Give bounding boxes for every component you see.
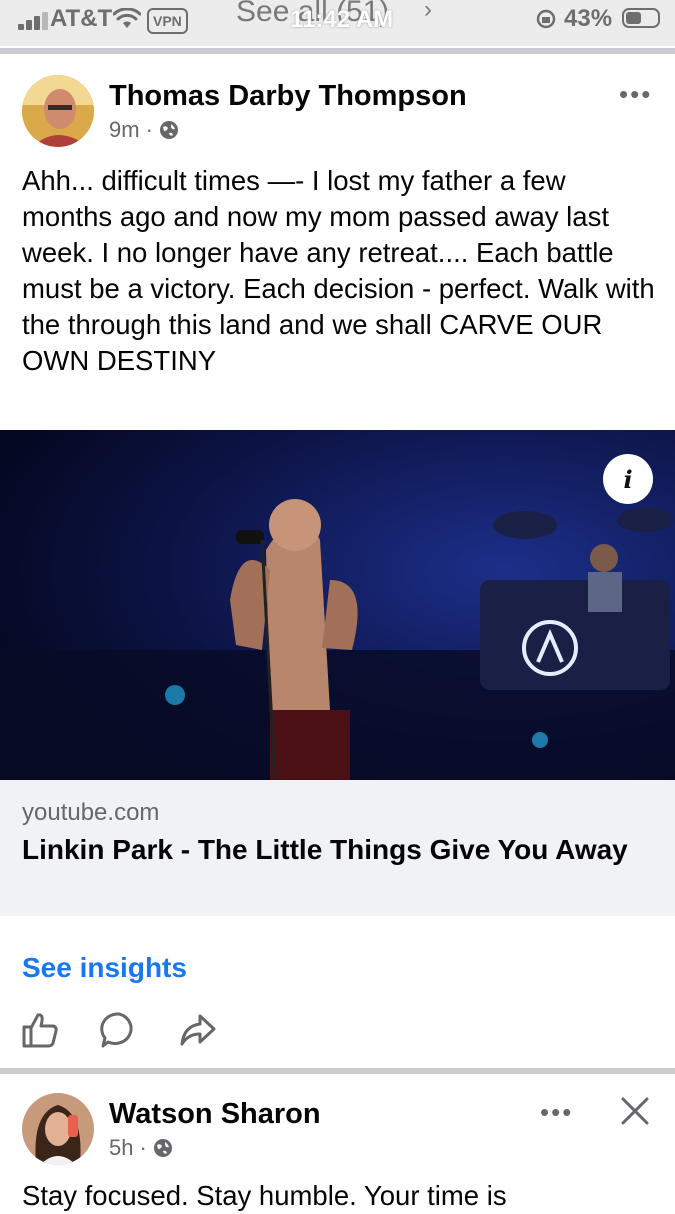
- post-body-text: Stay focused. Stay humble. Your time is: [22, 1180, 507, 1211]
- status-bar: AT&T VPN See all (51) 11:42 AM › 43%: [0, 0, 675, 46]
- close-icon[interactable]: [618, 1094, 652, 1128]
- more-dots-icon[interactable]: •••: [540, 1099, 573, 1125]
- meta-separator: ·: [145, 117, 153, 142]
- carrier-name: AT&T: [50, 5, 113, 32]
- orientation-lock-icon: [536, 9, 556, 29]
- author-photo: [22, 75, 94, 147]
- author-name[interactable]: Watson Sharon: [109, 1096, 321, 1132]
- globe-icon: [159, 121, 178, 139]
- comment-icon[interactable]: [99, 1010, 139, 1050]
- concert-image: [0, 430, 675, 780]
- link-title[interactable]: Linkin Park - The Little Things Give You…: [22, 832, 642, 867]
- author-photo: [22, 1093, 94, 1165]
- clock: 11:42 AM: [290, 6, 394, 33]
- info-icon[interactable]: i: [603, 454, 653, 504]
- post-time[interactable]: 5h: [109, 1134, 133, 1162]
- post-body-text: Ahh... difficult times —- I lost my fath…: [22, 165, 655, 376]
- link-domain: youtube.com: [22, 799, 160, 826]
- share-icon[interactable]: [178, 1010, 218, 1050]
- chevron-right-icon: ›: [424, 0, 432, 23]
- more-dots-icon[interactable]: •••: [619, 81, 652, 107]
- author-avatar[interactable]: [22, 1093, 94, 1165]
- vpn-badge: VPN: [147, 8, 188, 34]
- video-thumbnail[interactable]: [0, 430, 675, 780]
- author-avatar[interactable]: [22, 75, 94, 147]
- post-meta: 5h ·: [109, 1134, 173, 1162]
- meta-separator: ·: [139, 1135, 147, 1160]
- battery-percent: 43%: [564, 5, 613, 32]
- post-time[interactable]: 9m: [109, 116, 140, 144]
- see-insights-link[interactable]: See insights: [22, 950, 187, 986]
- author-name[interactable]: Thomas Darby Thompson: [109, 78, 467, 114]
- feed-divider: [0, 1068, 675, 1074]
- globe-icon: [153, 1139, 172, 1157]
- signal-strength-icon: [18, 10, 52, 30]
- wifi-icon: [113, 8, 141, 28]
- post-meta: 9m ·: [109, 116, 179, 144]
- like-icon[interactable]: [20, 1010, 60, 1050]
- battery-icon: [622, 8, 660, 28]
